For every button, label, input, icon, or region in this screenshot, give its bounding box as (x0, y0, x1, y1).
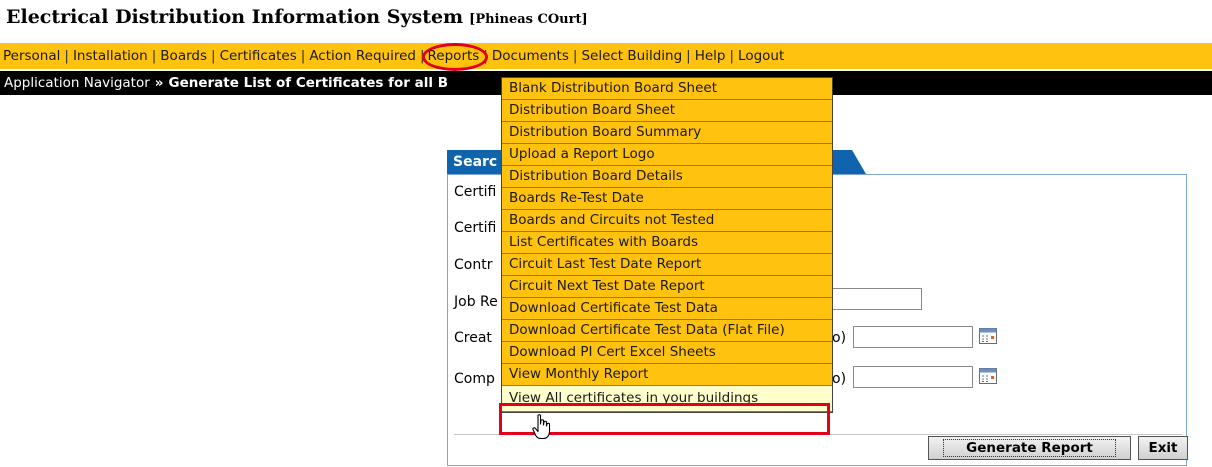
menu-item-boards-retest-date[interactable]: Boards Re-Test Date (502, 188, 832, 210)
menu-item-download-certificate-test-data[interactable]: Download Certificate Test Data (502, 298, 832, 320)
menu-item-list-certificates-with-boards[interactable]: List Certificates with Boards (502, 232, 832, 254)
created-to-input[interactable] (853, 326, 973, 348)
menu-item-distribution-board-summary[interactable]: Distribution Board Summary (502, 122, 832, 144)
certificate-type-label: Certifi (454, 184, 497, 200)
certificate-number-label: Certifi (454, 220, 497, 236)
completed-date-label: Comp (454, 371, 495, 387)
menu-item-upload-report-logo[interactable]: Upload a Report Logo (502, 144, 832, 166)
job-ref-label: Job Re (454, 294, 498, 310)
completed-to-label: o) (832, 371, 847, 387)
nav-help[interactable]: Help (691, 48, 730, 64)
menu-item-blank-distribution-board-sheet[interactable]: Blank Distribution Board Sheet (502, 78, 832, 100)
main-nav: Personal | Installation | Boards | Certi… (0, 43, 1212, 71)
menu-item-distribution-board-sheet[interactable]: Distribution Board Sheet (502, 100, 832, 122)
created-date-label: Creat (454, 330, 492, 346)
app-title: Electrical Distribution Information Syst… (6, 6, 464, 28)
nav-select-building[interactable]: Select Building (577, 48, 686, 64)
contractor-label: Contr (454, 257, 493, 273)
nav-reports-wrapper: Reports (421, 43, 488, 71)
completed-to-input[interactable] (853, 366, 973, 388)
nav-action-required[interactable]: Action Required (305, 48, 420, 64)
created-to-label: o) (832, 330, 847, 346)
exit-button[interactable]: Exit (1138, 436, 1188, 460)
nav-documents[interactable]: Documents (488, 48, 573, 64)
breadcrumb-root-link[interactable]: Application Navigator (0, 75, 150, 91)
menu-item-view-monthly-report[interactable]: View Monthly Report (502, 364, 832, 386)
nav-personal[interactable]: Personal (0, 48, 64, 64)
menu-item-download-pi-cert-excel[interactable]: Download PI Cert Excel Sheets (502, 342, 832, 364)
menu-item-boards-circuits-not-tested[interactable]: Boards and Circuits not Tested (502, 210, 832, 232)
nav-reports[interactable]: Reports (425, 48, 484, 64)
job-ref-input[interactable] (832, 288, 922, 310)
menu-item-distribution-board-details[interactable]: Distribution Board Details (502, 166, 832, 188)
generate-report-label: Generate Report (943, 439, 1116, 457)
nav-certificates[interactable]: Certificates (216, 48, 301, 64)
title-bar: Electrical Distribution Information Syst… (6, 6, 588, 32)
calendar-icon[interactable] (979, 328, 997, 344)
menu-item-view-all-certificates[interactable]: View All certificates in your buildings (502, 386, 832, 412)
generate-report-button[interactable]: Generate Report (928, 436, 1131, 460)
breadcrumb-current: Generate List of Certificates for all B (168, 75, 448, 91)
building-name: [Phineas COurt] (469, 12, 588, 27)
menu-item-circuit-next-test-date[interactable]: Circuit Next Test Date Report (502, 276, 832, 298)
menu-item-circuit-last-test-date[interactable]: Circuit Last Test Date Report (502, 254, 832, 276)
nav-logout[interactable]: Logout (734, 48, 788, 64)
nav-installation[interactable]: Installation (69, 48, 152, 64)
panel-divider (454, 434, 1182, 435)
nav-boards[interactable]: Boards (156, 48, 211, 64)
calendar-icon[interactable] (979, 368, 997, 384)
menu-item-download-certificate-test-data-flat[interactable]: Download Certificate Test Data (Flat Fil… (502, 320, 832, 342)
breadcrumb-separator: » (154, 75, 164, 91)
panel-tab-corner (852, 150, 866, 174)
reports-dropdown-menu: Blank Distribution Board Sheet Distribut… (501, 77, 833, 413)
